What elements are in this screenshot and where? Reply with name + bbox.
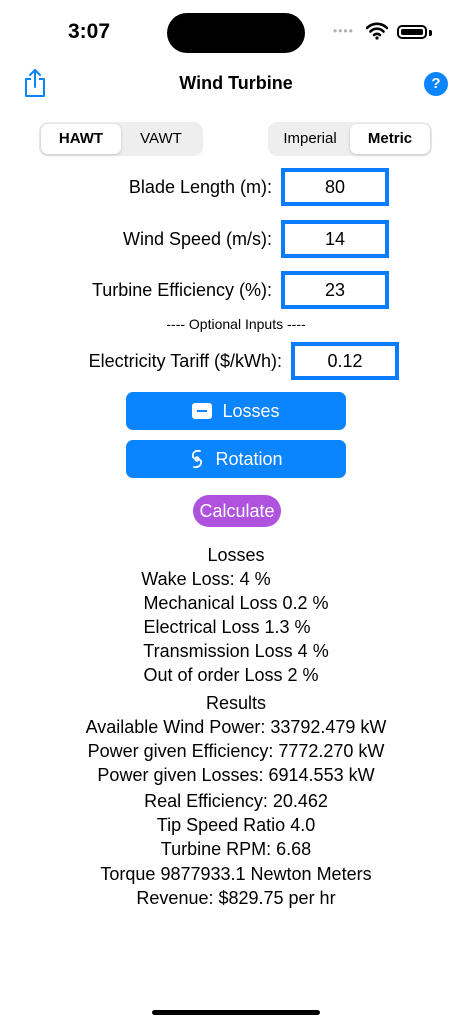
- segment-hawt[interactable]: HAWT: [41, 124, 121, 154]
- tariff-field[interactable]: 0.12: [291, 342, 399, 380]
- blade-length-label: Blade Length (m):: [128, 177, 272, 197]
- segment-vawt[interactable]: VAWT: [121, 124, 201, 154]
- loss-line: Electrical Loss 1.3 %: [143, 617, 311, 637]
- losses-button[interactable]: Losses: [126, 392, 346, 430]
- page-title: Wind Turbine: [179, 73, 293, 93]
- efficiency-field[interactable]: 23: [281, 271, 389, 309]
- result-line: Power given Efficiency: 7772.270 kW: [87, 741, 385, 761]
- loss-line: Out of order Loss 2 %: [143, 665, 319, 685]
- results-heading: Results: [205, 693, 267, 713]
- losses-button-label: Losses: [222, 400, 280, 421]
- help-icon[interactable]: ?: [424, 72, 448, 96]
- battery-icon: [397, 25, 427, 39]
- rotation-button[interactable]: Rotation: [126, 440, 346, 478]
- optional-inputs-label: ---- Optional Inputs ----: [166, 316, 306, 332]
- loss-line: Mechanical Loss 0.2 %: [143, 593, 329, 613]
- home-indicator: [152, 1010, 320, 1015]
- segment-imperial[interactable]: Imperial: [270, 124, 350, 154]
- status-time: 3:07: [68, 20, 111, 43]
- loss-line: Transmission Loss 4 %: [143, 641, 329, 661]
- loss-line: Wake Loss: 4 %: [141, 569, 271, 589]
- wind-speed-label: Wind Speed (m/s):: [122, 229, 272, 249]
- wifi-icon: [366, 22, 388, 40]
- turbine-type-segment: HAWT VAWT: [39, 122, 203, 156]
- result-line: Real Efficiency: 20.462: [144, 791, 328, 811]
- dynamic-island: [167, 13, 305, 53]
- result-line: Torque 9877933.1 Newton Meters: [100, 864, 372, 884]
- calculate-button[interactable]: Calculate: [193, 495, 281, 527]
- result-line: Turbine RPM: 6.68: [160, 839, 312, 859]
- result-line: Tip Speed Ratio 4.0: [156, 815, 316, 835]
- rotation-icon: [192, 449, 203, 469]
- wind-speed-field[interactable]: 14: [281, 220, 389, 258]
- minus-square-icon: [192, 403, 213, 419]
- losses-heading: Losses: [207, 545, 265, 565]
- battery-nub: [429, 30, 432, 36]
- tariff-label: Electricity Tariff ($/kWh):: [88, 351, 282, 371]
- result-line: Available Wind Power: 33792.479 kW: [85, 717, 387, 737]
- unit-system-segment: Imperial Metric: [268, 122, 432, 156]
- segment-metric[interactable]: Metric: [350, 124, 430, 154]
- result-line: Revenue: $829.75 per hr: [136, 888, 336, 908]
- efficiency-label: Turbine Efficiency (%):: [91, 280, 272, 300]
- rotation-button-label: Rotation: [215, 448, 283, 469]
- blade-length-field[interactable]: 80: [281, 168, 389, 206]
- result-line: Power given Losses: 6914.553 kW: [97, 765, 375, 785]
- cellular-signal-icon: ••••: [333, 24, 354, 38]
